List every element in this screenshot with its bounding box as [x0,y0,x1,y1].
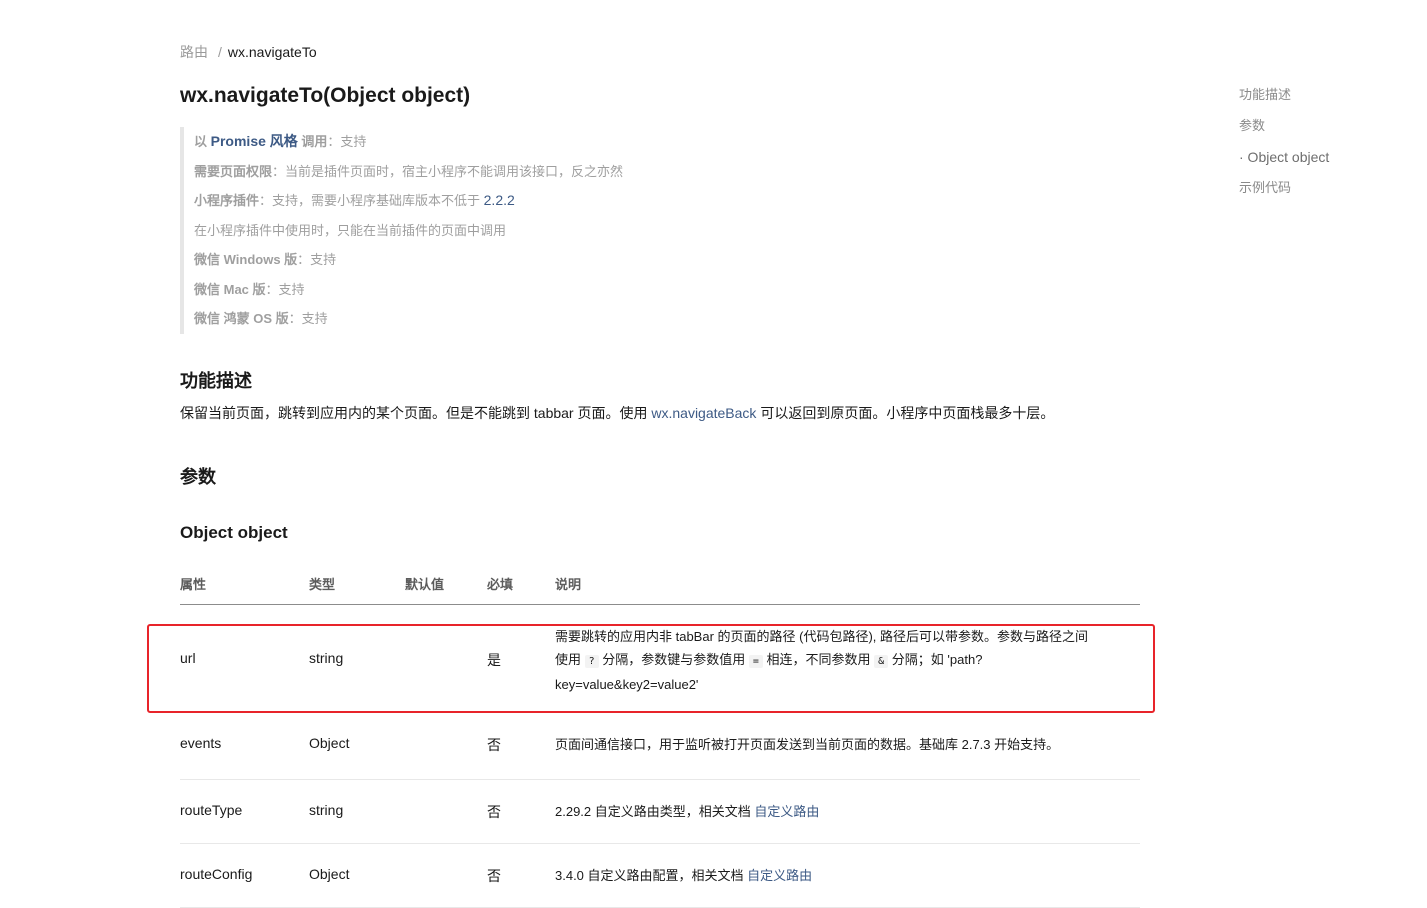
support-info-box: 以 Promise 风格 调用：支持 需要页面权限：当前是插件页面时，宿主小程序… [180,127,894,334]
navigate-back-link[interactable]: wx.navigateBack [651,405,756,421]
param-required: 否 [487,868,501,884]
promise-style-link[interactable]: Promise 风格 [211,133,298,149]
inline-code: & [874,655,889,668]
support-page-permission-label: 需要页面权限 [194,163,273,179]
support-promise-prefix: 以 [194,134,208,149]
inline-code: = [748,655,763,668]
param-description: 页面间通信接口，用于监听被打开页面发送到当前页面的数据。基础库 2.7.3 开始… [555,733,1140,756]
param-description-line: key=value&key2=value2' [555,677,699,692]
table-row: events Object 否 页面间通信接口，用于监听被打开页面发送到当前页面… [180,713,1140,780]
support-plugin-label: 小程序插件 [194,193,260,208]
param-description-text: 2.29.2 自定义路由类型，相关文档 [555,804,755,819]
table-row: routeType string 否 2.29.2 自定义路由类型，相关文档 自… [180,780,1140,844]
breadcrumb-separator: / [218,44,222,60]
param-description-line: 需要跳转的应用内非 tabBar 的页面的路径 (代码包路径), 路径后可以带参… [555,629,1089,644]
breadcrumb: 路由 / wx.navigateTo [180,42,317,62]
support-mac-value: ：支持 [265,281,305,297]
param-type: string [309,802,344,818]
param-description: 需要跳转的应用内非 tabBar 的页面的路径 (代码包路径), 路径后可以带参… [555,625,1140,696]
table-row: url string 是 需要跳转的应用内非 tabBar 的页面的路径 (代码… [180,605,1140,713]
table-of-contents: 功能描述 参数 · Object object 示例代码 [1239,84,1419,208]
toc-item-object-object[interactable]: · Object object [1239,146,1419,177]
toc-item-example-code[interactable]: 示例代码 [1239,177,1419,208]
param-description-text: 使用 [555,652,585,667]
param-description-text: 分隔，参数键与参数值用 [598,652,749,667]
support-page-permission-value: ：当前是插件页面时，宿主小程序不能调用该接口，反之亦然 [272,163,624,179]
param-description-text: 页面间通信接口，用于监听被打开页面发送到当前页面的数据。基础库 2.7.3 开始… [555,737,1060,752]
support-plugin-note: 在小程序插件中使用时，只能在当前插件的页面中调用 [194,222,507,238]
param-required: 是 [487,652,501,668]
table-header: 属性 类型 默认值 必填 说明 [180,566,1140,605]
param-name: routeType [180,802,243,818]
param-name: url [180,650,196,666]
param-type: string [309,650,344,666]
param-type: Object [309,735,350,751]
breadcrumb-current: wx.navigateTo [227,44,317,60]
support-windows: 微信 Windows 版：支持 [194,245,894,275]
custom-route-link[interactable]: 自定义路由 [754,804,819,819]
support-windows-label: 微信 Windows 版 [194,252,298,267]
support-promise: 以 Promise 风格 调用：支持 [194,127,894,157]
param-description-text: 相连，不同参数用 [762,652,875,667]
param-description: 3.4.0 自定义路由配置，相关文档 自定义路由 [555,864,1140,887]
toc-item-description[interactable]: 功能描述 [1239,84,1419,115]
description-text-before: 保留当前页面，跳转到应用内的某个页面。但是不能跳到 tabbar 页面。使用 [180,405,652,421]
column-header-required: 必填 [487,577,514,592]
description-text-after: 可以返回到原页面。小程序中页面栈最多十层。 [756,405,1055,421]
params-table: 属性 类型 默认值 必填 说明 url string 是 需要跳转的应用内非 t… [180,566,1140,908]
support-plugin: 小程序插件：支持，需要小程序基础库版本不低于 2.2.2 [194,186,894,216]
object-heading: Object object [180,523,288,542]
param-name: routeConfig [180,866,253,882]
support-mac-label: 微信 Mac 版 [194,281,266,297]
toc-item-params[interactable]: 参数 [1239,115,1419,146]
function-description: 保留当前页面，跳转到应用内的某个页面。但是不能跳到 tabbar 页面。使用 w… [180,403,1054,423]
section-heading-params: 参数 [180,467,216,487]
support-windows-value: ：支持 [297,252,337,267]
support-harmony-label: 微信 鸿蒙 OS 版 [194,311,289,326]
column-header-property: 属性 [180,577,207,592]
param-description: 2.29.2 自定义路由类型，相关文档 自定义路由 [555,800,1140,823]
param-required: 否 [487,804,501,820]
support-promise-label: 调用 [301,134,328,149]
support-harmony-value: ：支持 [288,311,328,326]
support-mac: 微信 Mac 版：支持 [194,275,894,305]
param-description-text: 3.4.0 自定义路由配置，相关文档 [555,868,748,883]
param-required: 否 [487,737,501,753]
param-description-line: 使用 ? 分隔，参数键与参数值用 = 相连，不同参数用 & 分隔；如 'path… [555,648,1140,673]
param-name: events [180,735,222,751]
breadcrumb-parent-link[interactable]: 路由 [180,44,208,60]
page-title: wx.navigateTo(Object object) [180,84,471,107]
param-description-text: 分隔；如 'path? [888,652,983,667]
column-header-description: 说明 [555,577,582,592]
support-promise-value: ：支持 [327,134,367,149]
support-page-permission: 需要页面权限：当前是插件页面时，宿主小程序不能调用该接口，反之亦然 [194,157,894,187]
custom-route-link[interactable]: 自定义路由 [747,868,812,883]
column-header-type: 类型 [309,577,336,592]
inline-code: ? [584,655,599,668]
base-library-version-link[interactable]: 2.2.2 [484,192,515,208]
support-harmony: 微信 鸿蒙 OS 版：支持 [194,304,894,334]
table-row: routeConfig Object 否 3.4.0 自定义路由配置，相关文档 … [180,844,1140,908]
section-heading-description: 功能描述 [180,371,252,391]
param-type: Object [309,866,350,882]
column-header-default: 默认值 [405,577,445,592]
support-plugin-value: ：支持，需要小程序基础库版本不低于 [259,193,484,208]
